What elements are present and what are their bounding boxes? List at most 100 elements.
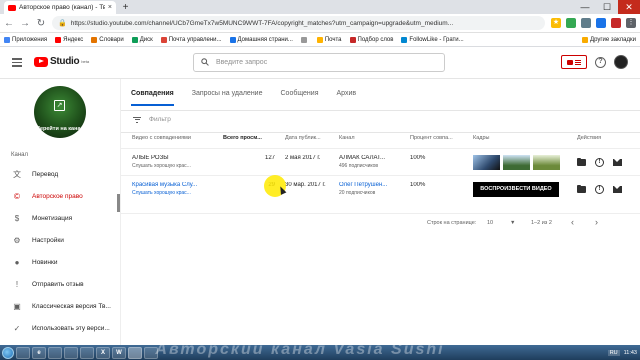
account-avatar[interactable]: [614, 55, 628, 69]
extension-icon[interactable]: [566, 18, 576, 28]
alert-icon[interactable]: !: [595, 185, 604, 194]
sidebar-item-copyright[interactable]: © Авторское право: [0, 185, 119, 207]
table-row[interactable]: АЛЫЕ РОЗЫ Слушать хорошую крас... 127 2 …: [121, 148, 640, 175]
rows-per-page-label: Строк на странице:: [427, 220, 477, 226]
language-indicator[interactable]: RU: [607, 349, 620, 356]
filter-bar[interactable]: Фильтр: [133, 116, 171, 123]
taskbar-app[interactable]: [16, 346, 30, 359]
bookmark-item[interactable]: Яндекс: [55, 36, 83, 43]
tab-matches[interactable]: Совпадения: [131, 90, 174, 106]
rows-per-page-select[interactable]: 10: [487, 220, 493, 226]
hamburger-menu-icon[interactable]: [12, 58, 22, 67]
row-actions: !: [577, 184, 622, 194]
sidebar-item-monetization[interactable]: $ Монетизация: [0, 207, 119, 229]
extension-icon[interactable]: [581, 18, 591, 28]
tab-messages[interactable]: Сообщения: [281, 90, 319, 106]
news-icon: ●: [14, 257, 20, 267]
bookmark-item[interactable]: FollowLike - Грати...: [401, 36, 464, 43]
sidebar-scrollbar[interactable]: [117, 194, 120, 212]
column-header-date[interactable]: Дата публик...: [285, 135, 321, 141]
bookmark-item[interactable]: Приложения: [4, 36, 47, 43]
tab-archive[interactable]: Архив: [337, 90, 357, 106]
reload-button[interactable]: ↻: [36, 18, 46, 29]
channel-avatar[interactable]: ↗ Перейти на канал: [34, 86, 86, 138]
start-button[interactable]: [2, 346, 14, 359]
next-page-button[interactable]: ›: [595, 217, 598, 227]
go-to-channel-link[interactable]: Перейти на канал: [34, 126, 86, 132]
star-icon[interactable]: ★: [551, 18, 561, 28]
help-icon[interactable]: ?: [595, 56, 606, 68]
folder-icon[interactable]: [577, 157, 586, 166]
video-title[interactable]: Красивая музыка Слу...: [132, 182, 212, 188]
sidebar-item-use-this-version[interactable]: ✓ Использовать эту верси...: [0, 317, 119, 339]
bookmark-icon: [300, 36, 307, 43]
frame-thumbnail[interactable]: [473, 155, 500, 170]
check-icon: ✓: [13, 323, 21, 333]
table-header: Видео с совпадениями Всего просм... Дата…: [121, 135, 640, 146]
bookmark-item[interactable]: Домашняя страни...: [229, 36, 293, 43]
watermark-text: Авторский канал Vasia Sushi: [155, 341, 445, 358]
sidebar-item-classic-studio[interactable]: ▣ Классическая версия Тв...: [0, 295, 119, 317]
prev-page-button[interactable]: ‹: [571, 217, 574, 227]
channel-name[interactable]: АЛМАК САЛАТ...: [339, 155, 407, 161]
frame-thumbnail[interactable]: [503, 155, 530, 170]
video-subtitle[interactable]: Слушать хорошую крас...: [132, 190, 212, 196]
filter-input[interactable]: Фильтр: [149, 116, 171, 123]
extension-icon[interactable]: [596, 18, 606, 28]
sidebar-item-label: Перевод: [32, 170, 59, 178]
minimize-button[interactable]: —: [574, 0, 596, 14]
search-box[interactable]: Введите запрос: [193, 53, 445, 72]
bookmark-icon: [4, 36, 10, 43]
bookmark-icon: [160, 36, 167, 43]
sidebar-item-news[interactable]: ● Новинки: [0, 251, 119, 273]
bookmark-item[interactable]: Диск: [131, 36, 153, 43]
forward-button[interactable]: →: [20, 18, 30, 29]
column-header-video[interactable]: Видео с совпадениями: [132, 135, 191, 141]
sidebar-item-feedback[interactable]: ! Отправить отзыв: [0, 273, 119, 295]
address-bar[interactable]: 🔒 https://studio.youtube.com/channel/UCb…: [52, 16, 545, 30]
mail-icon[interactable]: [613, 186, 622, 193]
sidebar-item-settings[interactable]: ⚙ Настройки: [0, 229, 119, 251]
chevron-down-icon[interactable]: ▼: [510, 220, 515, 226]
sidebar: ↗ Перейти на канал Канал 文 Перевод © Авт…: [0, 79, 121, 345]
url-text: https://studio.youtube.com/channel/UCb7G…: [70, 19, 454, 27]
bookmark-icon: [131, 36, 138, 43]
other-bookmarks[interactable]: Другие закладки: [582, 36, 636, 43]
alert-icon[interactable]: !: [595, 158, 604, 167]
create-video-button[interactable]: [561, 55, 587, 69]
video-title[interactable]: АЛЫЕ РОЗЫ: [132, 155, 212, 161]
menu-icon[interactable]: ⋮: [626, 18, 636, 28]
column-header-actions: Действия: [577, 135, 602, 141]
extension-icon[interactable]: [611, 18, 621, 28]
close-window-button[interactable]: ✕: [618, 0, 640, 14]
tab-close-icon[interactable]: ×: [108, 4, 112, 11]
folder-icon[interactable]: [577, 184, 586, 193]
sidebar-item-translation[interactable]: 文 Перевод: [0, 163, 119, 185]
play-video-button[interactable]: ВОСПРОИЗВЕСТИ ВИДЕО: [473, 182, 559, 197]
frame-thumbnail[interactable]: [533, 155, 560, 170]
back-button[interactable]: ←: [4, 18, 14, 29]
bookmark-item[interactable]: Почта: [316, 36, 342, 43]
maximize-button[interactable]: ☐: [596, 0, 618, 14]
search-input[interactable]: Введите запрос: [216, 59, 267, 66]
bookmark-item[interactable]: Подбор слов: [349, 36, 393, 43]
bookmark-item[interactable]: [300, 36, 309, 43]
table-row[interactable]: Красивая музыка Слу... Слушать хорошую к…: [121, 175, 640, 202]
channel-section-label: Канал: [11, 152, 28, 158]
new-tab-button[interactable]: +: [120, 2, 131, 13]
column-header-frames: Кадры: [473, 135, 490, 141]
channel-name[interactable]: Олег Петрушен...: [339, 182, 407, 188]
mail-icon[interactable]: [613, 159, 622, 166]
clock[interactable]: 11:43: [624, 350, 637, 356]
studio-logo[interactable]: Studio beta: [34, 56, 89, 67]
studio-header: Studio beta Введите запрос ?: [0, 47, 640, 79]
column-header-views[interactable]: Всего просм...: [223, 135, 262, 141]
tab-removal-requests[interactable]: Запросы на удаление: [192, 90, 263, 106]
column-header-channel[interactable]: Канал: [339, 135, 355, 141]
bookmark-item[interactable]: Почта управлени...: [160, 36, 222, 43]
subscriber-count: 20 подписчиков: [339, 190, 376, 196]
date-cell: 2 мая 2017 г.: [285, 155, 321, 161]
column-header-match-percent[interactable]: Процент совпа...: [410, 135, 453, 141]
bookmark-item[interactable]: Словари: [91, 36, 124, 43]
browser-tab[interactable]: Авторское право (канал) - Твор ×: [4, 1, 116, 14]
